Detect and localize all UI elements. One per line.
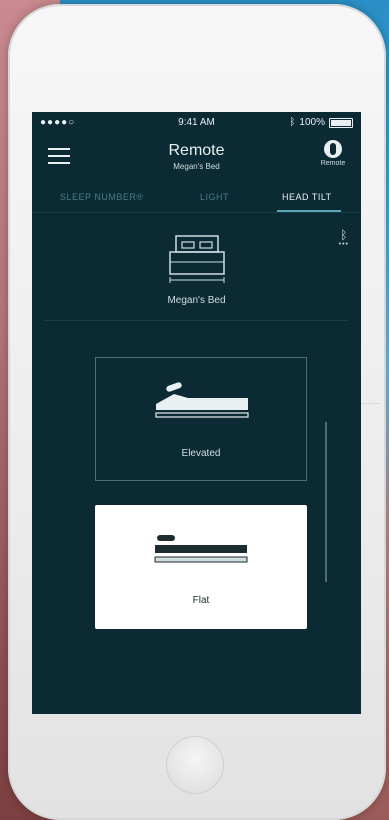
- position-flat-label: Flat: [192, 595, 210, 606]
- flat-bed-icon: [154, 535, 248, 563]
- page-title-text: Remote: [168, 142, 225, 159]
- bed-name: Megan's Bed: [167, 295, 226, 306]
- position-elevated-label: Elevated: [181, 448, 221, 459]
- bluetooth-dots: •••: [338, 241, 349, 248]
- position-elevated-button[interactable]: Elevated: [95, 357, 307, 481]
- app-screen: ●●●●○ 9:41 AM ᛒ 100% Remote Megan's Bed …: [32, 112, 361, 714]
- bluetooth-button[interactable]: ᛒ •••: [339, 228, 349, 248]
- battery-percent: 100%: [299, 117, 325, 128]
- remote-button[interactable]: Remote: [315, 140, 351, 167]
- bluetooth-icon: ᛒ: [340, 228, 348, 242]
- tab-divider: [32, 212, 361, 213]
- tab-head-tilt[interactable]: HEAD TILT: [282, 192, 332, 202]
- tab-bar: SLEEP NUMBER® LIGHT HEAD TILT: [32, 186, 361, 213]
- battery-icon: [329, 117, 353, 128]
- bed-icon: [169, 235, 225, 283]
- position-flat-button[interactable]: Flat: [95, 505, 307, 629]
- elevated-bed-icon: [155, 382, 249, 418]
- tab-sleep-number[interactable]: SLEEP NUMBER®: [60, 192, 144, 202]
- home-button[interactable]: [166, 736, 224, 794]
- page-subtitle: Megan's Bed: [173, 162, 220, 171]
- scrollbar[interactable]: [325, 422, 327, 582]
- remote-label: Remote: [320, 160, 346, 167]
- section-divider: [44, 320, 349, 321]
- tab-light[interactable]: LIGHT: [200, 192, 229, 202]
- bluetooth-status-icon: ᛒ: [289, 117, 296, 128]
- remote-icon: [324, 140, 342, 158]
- page-title: Remote Megan's Bed: [32, 142, 361, 171]
- battery-status: ᛒ 100%: [289, 117, 353, 128]
- status-bar: ●●●●○ 9:41 AM ᛒ 100%: [32, 112, 361, 134]
